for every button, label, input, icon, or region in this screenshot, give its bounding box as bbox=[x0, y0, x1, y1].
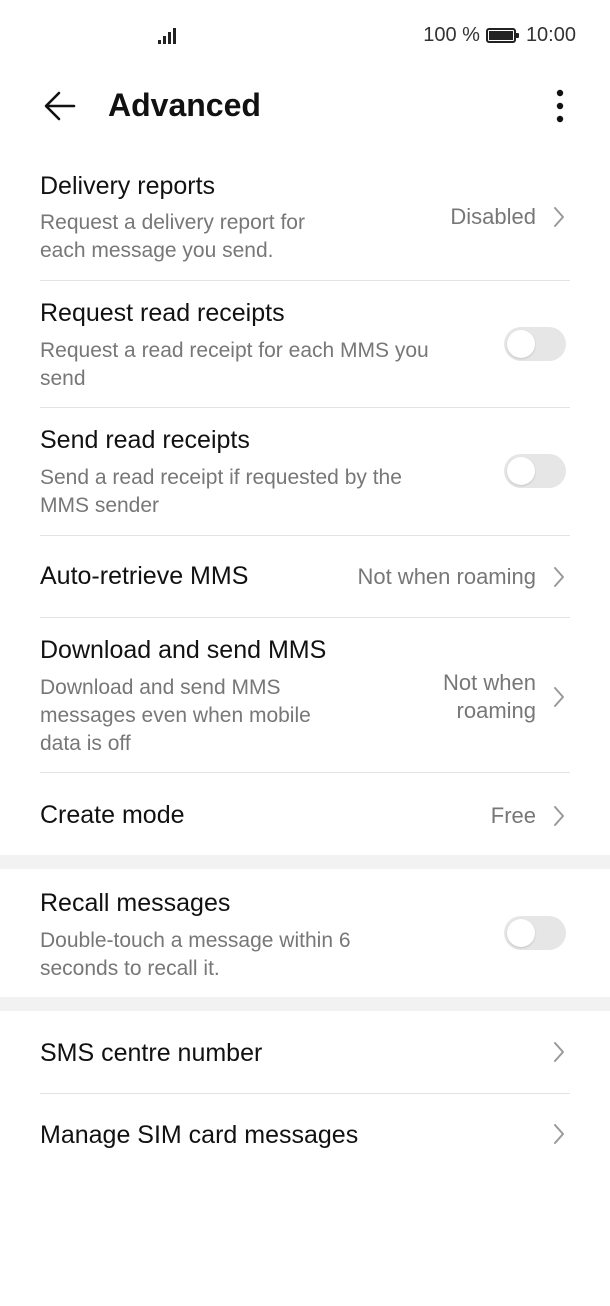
setting-recall-messages[interactable]: Recall messages Double-touch a message w… bbox=[40, 869, 570, 997]
chevron-right-icon bbox=[554, 207, 564, 227]
title-bar: Advanced bbox=[0, 70, 610, 140]
setting-sms-centre-number[interactable]: SMS centre number bbox=[40, 1011, 570, 1094]
toggle-switch[interactable] bbox=[504, 327, 566, 361]
row-subtitle: Request a read receipt for each MMS you … bbox=[40, 339, 429, 390]
setting-download-send-mms[interactable]: Download and send MMS Download and send … bbox=[40, 618, 570, 773]
page-title: Advanced bbox=[108, 87, 261, 123]
status-bar: 100 % 10:00 bbox=[0, 0, 610, 70]
toggle-switch[interactable] bbox=[504, 454, 566, 488]
more-vertical-icon bbox=[556, 89, 564, 123]
status-right: 100 % 10:00 bbox=[423, 24, 576, 47]
row-title: Download and send MMS bbox=[40, 636, 327, 664]
row-title: SMS centre number bbox=[40, 1039, 263, 1067]
row-title: Request read receipts bbox=[40, 299, 285, 327]
row-subtitle: Request a delivery report for each messa… bbox=[40, 211, 305, 262]
row-value: Disabled bbox=[450, 204, 536, 229]
setting-request-read-receipts[interactable]: Request read receipts Request a read rec… bbox=[40, 281, 570, 408]
setting-manage-sim-messages[interactable]: Manage SIM card messages bbox=[40, 1094, 570, 1176]
section-divider bbox=[0, 997, 610, 1011]
row-title: Manage SIM card messages bbox=[40, 1121, 359, 1149]
row-value: Free bbox=[490, 803, 536, 828]
row-title: Delivery reports bbox=[40, 172, 216, 200]
section-divider bbox=[0, 855, 610, 869]
setting-delivery-reports[interactable]: Delivery reports Request a delivery repo… bbox=[40, 160, 570, 281]
chevron-right-icon bbox=[554, 806, 564, 826]
arrow-left-icon bbox=[44, 91, 76, 121]
chevron-right-icon bbox=[554, 1124, 564, 1144]
setting-auto-retrieve-mms[interactable]: Auto-retrieve MMS Not when roaming bbox=[40, 536, 570, 618]
clock: 10:00 bbox=[525, 24, 576, 46]
setting-send-read-receipts[interactable]: Send read receipts Send a read receipt i… bbox=[40, 408, 570, 536]
setting-create-mode[interactable]: Create mode Free bbox=[40, 773, 570, 855]
row-subtitle: Download and send MMS messages even when… bbox=[40, 676, 311, 755]
row-title: Recall messages bbox=[40, 889, 231, 917]
chevron-right-icon bbox=[554, 687, 564, 707]
chevron-right-icon bbox=[554, 1042, 564, 1062]
signal-icon bbox=[158, 26, 180, 44]
more-options-button[interactable] bbox=[540, 84, 580, 128]
row-value: Not when roaming bbox=[357, 564, 536, 589]
row-title: Create mode bbox=[40, 801, 185, 829]
row-subtitle: Double-touch a message within 6 seconds … bbox=[40, 929, 351, 980]
battery-percentage: 100 % bbox=[423, 24, 480, 46]
battery-icon bbox=[485, 28, 519, 43]
row-title: Send read receipts bbox=[40, 426, 250, 454]
row-title: Auto-retrieve MMS bbox=[40, 562, 249, 590]
row-subtitle: Send a read receipt if requested by the … bbox=[40, 466, 402, 517]
back-button[interactable] bbox=[38, 84, 82, 128]
row-value: Not when roaming bbox=[443, 670, 536, 723]
chevron-right-icon bbox=[554, 567, 564, 587]
toggle-switch[interactable] bbox=[504, 916, 566, 950]
